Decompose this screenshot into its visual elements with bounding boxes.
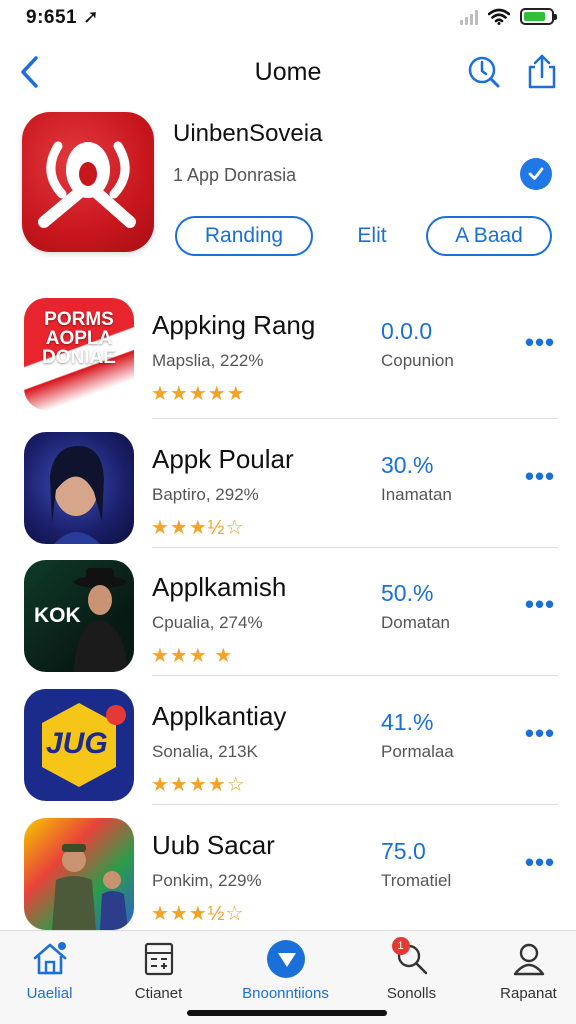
app-icon: KOK: [24, 560, 134, 672]
list-item[interactable]: Appk Poular Baptiro, 292% ★★★½☆ 30.% Ina…: [0, 432, 576, 560]
list-item[interactable]: JUG Applkantiay Sonalia, 213K ★★★★☆ 41.%…: [0, 689, 576, 817]
app-value: 30.%: [381, 452, 434, 478]
divider: [152, 675, 558, 676]
wifi-icon: [488, 8, 510, 25]
featured-app-title: UinbenSoveia: [173, 120, 323, 147]
app-icon: [24, 818, 134, 930]
tab-profile[interactable]: Rapanat: [471, 939, 576, 1009]
star-rating: ★★★★☆: [151, 774, 246, 796]
list-item[interactable]: KOK Applkamish Cpualia, 274% ★★★ ★ 50.% …: [0, 560, 576, 688]
play-circle-icon: [266, 939, 306, 979]
star-rating: ★★★★★: [151, 383, 246, 405]
navigation-bar: Uome: [0, 44, 576, 100]
list-item[interactable]: PORMS AOPLA DONIAE Appking Rang Mapslia,…: [0, 298, 576, 426]
home-icon: [30, 939, 70, 979]
star-rating: ★★★ ★: [151, 645, 234, 667]
edit-button[interactable]: Elit: [340, 216, 404, 256]
tab-home[interactable]: Uaelial: [0, 939, 107, 1009]
checkmark-badge-icon: [528, 167, 544, 180]
abstract-logo-icon: [38, 141, 136, 228]
portrait-image-icon: [50, 446, 104, 544]
app-value: 50.%: [381, 580, 434, 606]
tab-label: Rapanat: [500, 985, 557, 1002]
star-rating: ★★★½☆: [151, 517, 245, 539]
battery-fill: [524, 12, 545, 21]
more-options-button[interactable]: •••: [520, 849, 560, 878]
list-item[interactable]: Uub Sacar Ponkim, 229% ★★★½☆ 75.0 Tromat…: [0, 818, 576, 946]
app-meta: Sonalia, 213K: [152, 742, 258, 761]
tab-search[interactable]: 1 Sonolls: [354, 937, 469, 1009]
app-name: Uub Sacar: [152, 830, 275, 860]
clock-search-icon: [468, 56, 500, 88]
app-name: Appk Poular: [152, 444, 294, 474]
app-value: 75.0: [381, 838, 426, 864]
battery-icon: [520, 8, 557, 25]
app-label: Domatan: [381, 613, 450, 632]
app-meta: Cpualia, 274%: [152, 613, 263, 632]
status-bar: 9:651 ➚: [0, 0, 576, 36]
app-label: Pormalaa: [381, 742, 454, 761]
tab-notifications[interactable]: Bnoonntiions: [228, 939, 343, 1009]
clock-search-button[interactable]: [462, 50, 506, 94]
app-icon: JUG: [24, 689, 134, 801]
more-options-button[interactable]: •••: [520, 591, 560, 620]
app-value: 0.0.0: [381, 318, 433, 344]
app-icon-text: JUG: [46, 727, 108, 760]
featured-app-subtitle: 1 App Donrasia: [173, 165, 297, 185]
app-name: Appking Rang: [152, 310, 316, 340]
app-meta: Mapslia, 222%: [152, 351, 264, 370]
tab-calculator[interactable]: Ctianet: [101, 939, 216, 1009]
app-meta: Baptiro, 292%: [152, 485, 259, 504]
tab-label: Uaelial: [26, 985, 73, 1002]
verified-check-button[interactable]: [520, 158, 552, 190]
cellular-signal-icon: [460, 9, 478, 25]
app-name: Applkantiay: [152, 701, 287, 731]
featured-app-icon[interactable]: [22, 112, 154, 252]
home-indicator[interactable]: [187, 1010, 387, 1016]
more-options-button[interactable]: •••: [520, 720, 560, 749]
divider: [152, 804, 558, 805]
notification-badge: 1: [391, 937, 410, 955]
more-options-button[interactable]: •••: [520, 463, 560, 492]
tab-label: Sonolls: [386, 985, 437, 1002]
divider: [152, 418, 558, 419]
app-icon-text: KOK: [34, 604, 81, 627]
app-icon-text: PORMS AOPLA DONIAE: [42, 309, 116, 368]
status-time: 9:651 ➚: [26, 7, 100, 28]
search-icon: 1: [391, 937, 432, 979]
divider: [152, 547, 558, 548]
app-icon: PORMS AOPLA DONIAE: [24, 298, 134, 410]
status-indicators: [460, 8, 557, 25]
ranking-button[interactable]: Randing: [175, 216, 313, 256]
calculator-icon: [139, 939, 179, 979]
app-label: Inamatan: [381, 485, 452, 504]
star-rating: ★★★½☆: [151, 903, 245, 925]
app-label: Tromatiel: [381, 871, 452, 890]
person-icon: [509, 939, 549, 979]
tab-label: Ctianet: [134, 985, 183, 1002]
app-value: 41.%: [381, 709, 434, 735]
a-baad-button[interactable]: A Baad: [426, 216, 552, 256]
tab-label: Bnoonntiions: [242, 985, 329, 1002]
share-button[interactable]: [520, 50, 564, 94]
app-icon: [24, 432, 134, 544]
soldier-characters-icon: [52, 844, 128, 930]
app-meta: Ponkim, 229%: [152, 871, 262, 890]
app-name: Applkamish: [152, 572, 287, 602]
app-label: Copunion: [381, 351, 454, 370]
more-options-button[interactable]: •••: [520, 329, 560, 358]
share-icon: [528, 54, 556, 89]
